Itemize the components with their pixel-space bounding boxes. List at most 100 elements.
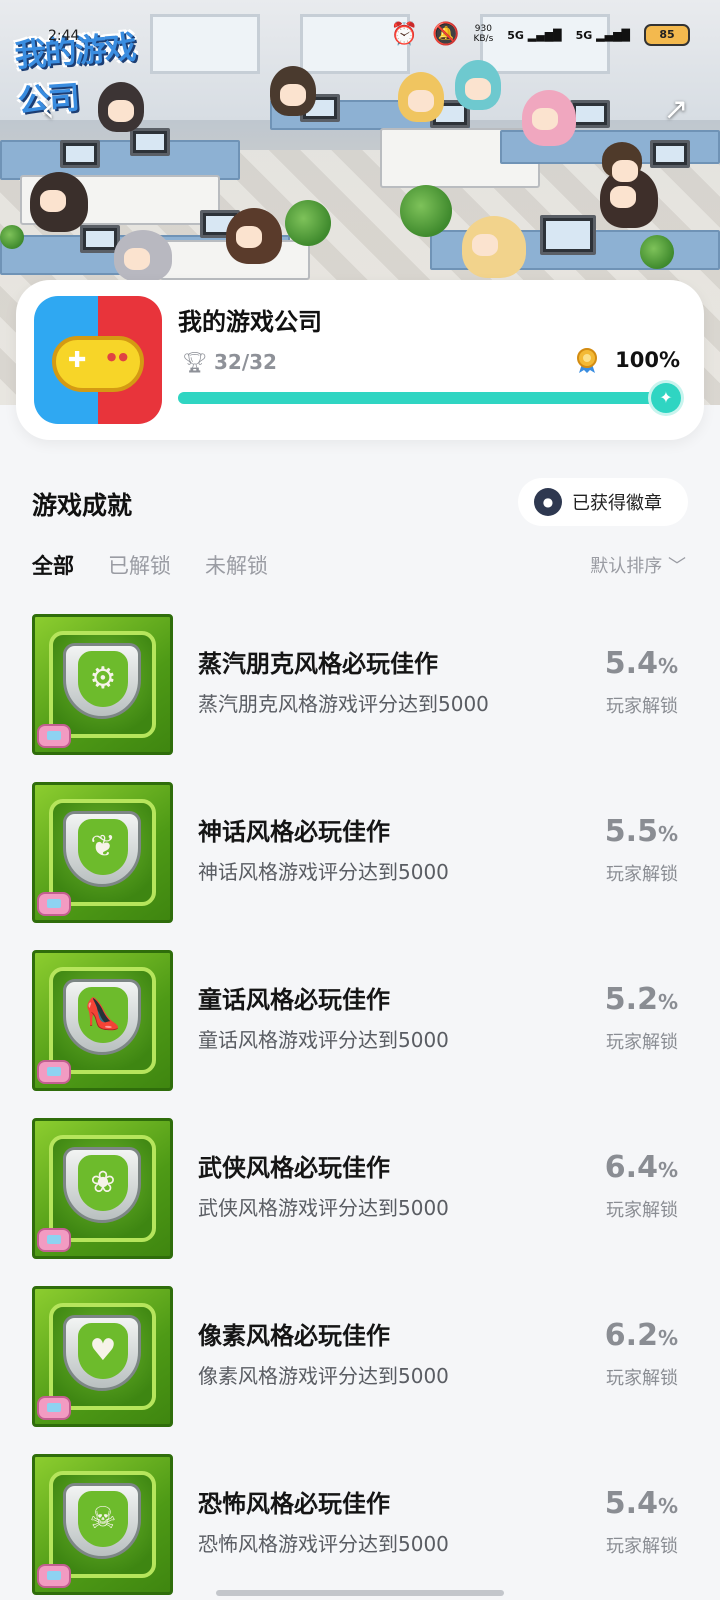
alarm-icon: ⏰ xyxy=(390,22,419,47)
unlock-rate-value: 5.2 xyxy=(604,982,658,1017)
glass-slipper-icon: 👠 xyxy=(78,987,128,1043)
office-monitor xyxy=(540,215,596,255)
sort-dropdown[interactable]: 默认排序 ﹀ xyxy=(590,552,686,578)
unlock-rate: 5.2% xyxy=(605,982,678,1017)
office-monitor xyxy=(650,140,690,168)
tab-locked[interactable]: 未解锁 xyxy=(205,550,268,580)
gamepad-icon xyxy=(52,336,144,392)
unlock-rate-note: 玩家解锁 xyxy=(606,864,678,885)
office-worker xyxy=(226,208,282,264)
unlock-rate-value: 5.4 xyxy=(604,1486,658,1521)
completion-percent: 100% xyxy=(615,348,680,372)
office-monitor xyxy=(570,100,610,128)
signal-5g-2: 5G ▂▄▆█ xyxy=(575,28,630,42)
office-worker xyxy=(398,72,444,122)
office-worker xyxy=(270,66,316,116)
share-button[interactable]: ↗ xyxy=(654,88,698,132)
achievement-item[interactable]: ♥ 像素风格必玩佳作 像素风格游戏评分达到5000 6.2% 玩家解锁 xyxy=(0,1284,720,1452)
office-partition xyxy=(0,140,240,180)
unlock-rate-note: 玩家解锁 xyxy=(606,1200,678,1221)
office-worker xyxy=(30,172,88,232)
handheld-console-icon xyxy=(37,892,71,916)
achievement-desc: 像素风格游戏评分达到5000 xyxy=(198,1364,449,1388)
achievement-badge: ❀ xyxy=(32,1118,173,1259)
medal-icon xyxy=(577,348,597,373)
achievement-list: ⚙ 蒸汽朋克风格必玩佳作 蒸汽朋克风格游戏评分达到5000 5.4% 玩家解锁 … xyxy=(0,612,720,1600)
unlock-rate-value: 6.4 xyxy=(604,1150,658,1185)
unlock-rate-note: 玩家解锁 xyxy=(606,696,678,717)
achievement-title: 像素风格必玩佳作 xyxy=(198,1322,390,1350)
filter-tabs: 全部 已解锁 未解锁 xyxy=(32,550,268,580)
unlock-rate-unit: % xyxy=(657,1494,678,1518)
office-plant xyxy=(400,185,452,237)
achievement-title: 神话风格必玩佳作 xyxy=(198,818,390,846)
battery-indicator: 85 xyxy=(644,24,690,46)
achievement-badge: ♥ xyxy=(32,1286,173,1427)
office-plant xyxy=(0,225,24,249)
trophy-icon: 🏆︎ xyxy=(182,350,208,374)
handheld-console-icon xyxy=(37,1396,71,1420)
achievement-title: 蒸汽朋克风格必玩佳作 xyxy=(198,650,438,678)
achievement-item[interactable]: ⚙ 蒸汽朋克风格必玩佳作 蒸汽朋克风格游戏评分达到5000 5.4% 玩家解锁 xyxy=(0,612,720,780)
phoenix-icon: ❦ xyxy=(78,819,128,875)
mute-bell-icon: 🔕 xyxy=(432,22,460,47)
achievement-badge: 👠 xyxy=(32,950,173,1091)
unlock-rate-note: 玩家解锁 xyxy=(606,1536,678,1557)
achievement-badge: ⚙ xyxy=(32,614,173,755)
sparkle-icon: ✦ xyxy=(651,383,681,413)
unlock-rate-unit: % xyxy=(657,1158,678,1182)
office-monitor xyxy=(130,128,170,156)
office-worker xyxy=(114,230,172,282)
achievement-item[interactable]: 👠 童话风格必玩佳作 童话风格游戏评分达到5000 5.2% 玩家解锁 xyxy=(0,948,720,1116)
office-plant xyxy=(285,200,331,246)
tab-all[interactable]: 全部 xyxy=(32,550,74,580)
home-indicator[interactable] xyxy=(216,1590,504,1596)
achievement-title: 武侠风格必玩佳作 xyxy=(198,1154,390,1182)
handheld-console-icon xyxy=(37,724,71,748)
signal-label: 5G xyxy=(575,28,593,42)
status-bar: 2:44 ⏰ 🔕 930 KB/s 5G ▂▄▆█ 5G ▂▄▆█ 85 xyxy=(0,20,720,60)
achievement-title: 恐怖风格必玩佳作 xyxy=(198,1490,390,1518)
share-icon: ↗ xyxy=(663,92,689,127)
handheld-console-icon xyxy=(37,1564,71,1588)
trophy-count: 32/32 xyxy=(214,350,277,374)
skull-icon: ☠ xyxy=(78,1491,128,1547)
unlock-rate-note: 玩家解锁 xyxy=(606,1368,678,1389)
back-button[interactable]: ‹ xyxy=(26,88,70,132)
unlock-rate: 5.4% xyxy=(605,646,678,681)
game-icon[interactable] xyxy=(34,296,162,424)
unlock-rate-unit: % xyxy=(657,822,678,846)
achievement-item[interactable]: ❀ 武侠风格必玩佳作 武侠风格游戏评分达到5000 6.4% 玩家解锁 xyxy=(0,1116,720,1284)
office-worker xyxy=(462,216,526,278)
status-icons: ⏰ 🔕 930 KB/s 5G ▂▄▆█ 5G ▂▄▆█ 85 xyxy=(391,24,690,46)
gear-icon: ⚙ xyxy=(78,651,128,707)
earned-badges-button[interactable]: ● 已获得徽章 xyxy=(518,478,688,526)
unlock-rate-value: 6.2 xyxy=(604,1318,658,1353)
pixel-heart-icon: ♥ xyxy=(78,1323,128,1379)
office-plant xyxy=(640,235,674,269)
unlock-rate: 6.2% xyxy=(605,1318,678,1353)
achievement-desc: 恐怖风格游戏评分达到5000 xyxy=(198,1532,449,1556)
unlock-rate: 5.5% xyxy=(605,814,678,849)
net-speed: 930 KB/s xyxy=(473,24,493,45)
office-worker xyxy=(455,60,501,110)
chevron-down-icon: ﹀ xyxy=(668,556,686,577)
achievement-desc: 蒸汽朋克风格游戏评分达到5000 xyxy=(198,692,489,716)
achievement-desc: 童话风格游戏评分达到5000 xyxy=(198,1028,449,1052)
tab-unlocked[interactable]: 已解锁 xyxy=(108,550,171,580)
gourd-icon: ❀ xyxy=(78,1155,128,1211)
handheld-console-icon xyxy=(37,1060,71,1084)
signal-5g-1: 5G ▂▄▆█ xyxy=(507,28,562,42)
unlock-rate-unit: % xyxy=(657,1326,678,1350)
net-speed-value: 930 xyxy=(474,24,492,35)
achievement-item[interactable]: ❦ 神话风格必玩佳作 神话风格游戏评分达到5000 5.5% 玩家解锁 xyxy=(0,780,720,948)
unlock-rate-unit: % xyxy=(657,654,678,678)
achievement-item[interactable]: ☠ 恐怖风格必玩佳作 恐怖风格游戏评分达到5000 5.4% 玩家解锁 xyxy=(0,1452,720,1600)
unlock-rate: 6.4% xyxy=(605,1150,678,1185)
unlock-rate-value: 5.5 xyxy=(604,814,658,849)
office-worker xyxy=(522,90,576,146)
office-worker xyxy=(602,142,642,182)
game-summary-card: 我的游戏公司 🏆︎ 32/32 100% ✦ xyxy=(16,280,704,440)
unlock-rate-value: 5.4 xyxy=(604,646,658,681)
chevron-left-icon: ‹ xyxy=(41,90,55,130)
